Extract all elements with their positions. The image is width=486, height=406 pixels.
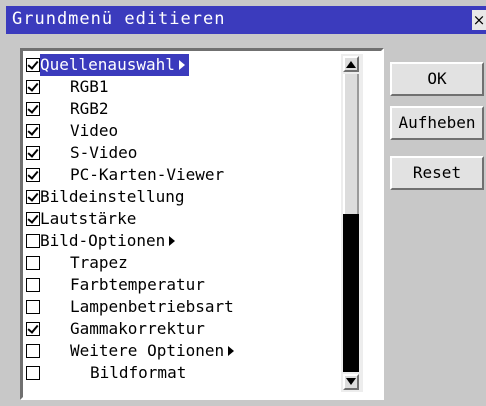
menu-item-list-content: Quellenauswahl RGB1 RGB2 Video S-Video PC-Kar… bbox=[26, 54, 338, 392]
menu-item-checkbox[interactable] bbox=[26, 80, 40, 94]
menu-item-checkbox[interactable] bbox=[26, 58, 40, 72]
menu-item-checkbox[interactable] bbox=[26, 146, 40, 160]
title-bar: Grundmenü editieren × bbox=[6, 6, 486, 34]
menu-item-label: S-Video bbox=[70, 143, 138, 162]
menu-item-checkbox[interactable] bbox=[26, 234, 40, 248]
list-item[interactable]: Trapez bbox=[26, 252, 338, 274]
list-item[interactable]: PC-Karten-Viewer bbox=[26, 164, 338, 186]
list-item[interactable]: Bildeinstellung bbox=[26, 186, 338, 208]
menu-item-label: Farbtemperatur bbox=[70, 275, 205, 294]
list-item[interactable]: Bild-Optionen bbox=[26, 230, 338, 252]
arrow-up-icon bbox=[346, 61, 356, 68]
menu-item-checkbox[interactable] bbox=[26, 344, 40, 358]
menu-item-checkbox[interactable] bbox=[26, 190, 40, 204]
list-item[interactable]: Weitere Optionen bbox=[26, 340, 338, 362]
menu-item-label: RGB2 bbox=[70, 99, 109, 118]
list-item[interactable]: Farbtemperatur bbox=[26, 274, 338, 296]
list-item[interactable]: Gammakorrektur bbox=[26, 318, 338, 340]
menu-item-label: Weitere Optionen bbox=[70, 340, 238, 362]
scroll-down-button[interactable] bbox=[343, 374, 359, 390]
menu-item-checkbox[interactable] bbox=[26, 256, 40, 270]
list-item[interactable]: Lampenbetriebsart bbox=[26, 296, 338, 318]
menu-item-label: Lautstärke bbox=[40, 209, 137, 228]
menu-item-checkbox[interactable] bbox=[26, 124, 40, 138]
menu-item-label: Lampenbetriebsart bbox=[70, 297, 234, 316]
submenu-arrow-icon bbox=[169, 236, 176, 246]
scroll-up-button[interactable] bbox=[343, 56, 359, 72]
menu-item-label: Gammakorrektur bbox=[70, 319, 205, 338]
dialog-title: Grundmenü editieren bbox=[12, 9, 226, 29]
menu-item-label: Bildformat bbox=[90, 363, 187, 382]
list-item[interactable]: Video bbox=[26, 120, 338, 142]
reset-button[interactable]: Reset bbox=[390, 156, 484, 190]
list-item[interactable]: RGB2 bbox=[26, 98, 338, 120]
menu-item-label: Bild-Optionen bbox=[40, 230, 179, 252]
ok-button[interactable]: OK bbox=[390, 62, 484, 96]
menu-item-label: Video bbox=[70, 121, 119, 140]
close-icon[interactable]: × bbox=[472, 10, 486, 30]
menu-item-checkbox[interactable] bbox=[26, 102, 40, 116]
scrollbar-thumb[interactable] bbox=[343, 214, 359, 372]
menu-item-label: Bildeinstellung bbox=[40, 187, 185, 206]
menu-item-label: RGB1 bbox=[70, 77, 109, 96]
menu-item-checkbox[interactable] bbox=[26, 300, 40, 314]
submenu-arrow-icon bbox=[178, 60, 185, 70]
scrollbar-track[interactable] bbox=[343, 74, 359, 214]
menu-item-checkbox[interactable] bbox=[26, 366, 40, 380]
edit-basic-menu-dialog: Grundmenü editieren × Quellenauswahl RGB1… bbox=[6, 6, 486, 406]
menu-item-label: Quellenauswahl bbox=[40, 54, 189, 76]
list-item[interactable]: Quellenauswahl bbox=[26, 54, 338, 76]
list-item[interactable]: RGB1 bbox=[26, 76, 338, 98]
menu-item-label: Trapez bbox=[70, 253, 128, 272]
cancel-button[interactable]: Aufheben bbox=[390, 106, 484, 140]
list-item[interactable]: Bildformat bbox=[26, 362, 338, 384]
menu-item-checkbox[interactable] bbox=[26, 278, 40, 292]
menu-item-checkbox[interactable] bbox=[26, 168, 40, 182]
list-item[interactable]: Lautstärke bbox=[26, 208, 338, 230]
vertical-scrollbar[interactable] bbox=[341, 54, 363, 392]
arrow-down-icon bbox=[346, 378, 356, 385]
list-item[interactable]: S-Video bbox=[26, 142, 338, 164]
menu-item-list: Quellenauswahl RGB1 RGB2 Video S-Video PC-Kar… bbox=[20, 48, 384, 400]
menu-item-label: PC-Karten-Viewer bbox=[70, 165, 225, 184]
menu-item-checkbox[interactable] bbox=[26, 212, 40, 226]
menu-item-checkbox[interactable] bbox=[26, 322, 40, 336]
submenu-arrow-icon bbox=[228, 346, 235, 356]
